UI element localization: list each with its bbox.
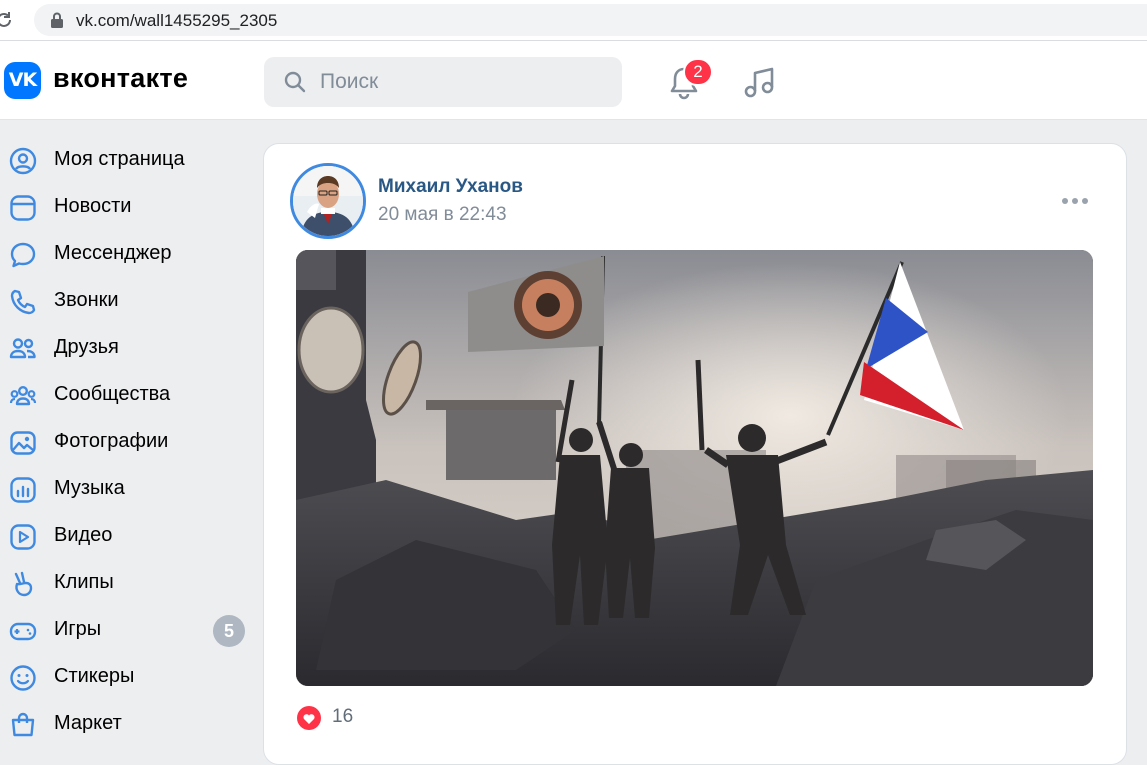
sidebar-item-video[interactable]: Видео bbox=[0, 513, 250, 560]
heart-icon bbox=[297, 706, 321, 730]
sidebar-item-label: Музыка bbox=[54, 477, 125, 499]
sidebar-item-messenger[interactable]: Мессенджер bbox=[0, 231, 250, 278]
messenger-icon bbox=[10, 242, 36, 268]
video-icon bbox=[10, 524, 36, 550]
sidebar-item-label: Звонки bbox=[54, 289, 119, 311]
left-sidebar: Моя страница Новости Мессенджер Звонки Д… bbox=[0, 137, 250, 748]
photos-icon bbox=[10, 431, 36, 455]
sidebar-item-label: Игры bbox=[54, 618, 102, 640]
more-options-icon[interactable] bbox=[1058, 192, 1092, 210]
browser-toolbar: vk.com/wall1455295_2305 bbox=[0, 0, 1147, 41]
clips-icon bbox=[14, 571, 33, 597]
phone-icon bbox=[10, 289, 36, 315]
games-icon bbox=[9, 622, 37, 641]
post-author-name[interactable]: Михаил Уханов bbox=[378, 176, 523, 198]
friends-icon bbox=[9, 338, 36, 359]
sidebar-item-market[interactable]: Маркет bbox=[0, 701, 250, 748]
search-icon bbox=[284, 71, 306, 93]
sidebar-item-communities[interactable]: Сообщества bbox=[0, 372, 250, 419]
sidebar-item-calls[interactable]: Звонки bbox=[0, 278, 250, 325]
sidebar-item-label: Маркет bbox=[54, 712, 122, 734]
search-box[interactable] bbox=[264, 57, 622, 107]
likes-count: 16 bbox=[332, 706, 354, 727]
vk-logo[interactable]: VK bbox=[4, 62, 41, 99]
sidebar-item-label: Новости bbox=[54, 195, 132, 217]
sidebar-item-music[interactable]: Музыка bbox=[0, 466, 250, 513]
sidebar-item-label: Клипы bbox=[54, 571, 114, 593]
site-wordmark[interactable]: вконтакте bbox=[53, 63, 188, 94]
sidebar-item-label: Моя страница bbox=[54, 148, 185, 170]
communities-icon bbox=[9, 385, 37, 406]
news-icon bbox=[10, 195, 36, 221]
sidebar-item-games[interactable]: Игры 5 bbox=[0, 607, 250, 654]
sidebar-item-label: Сообщества bbox=[54, 383, 171, 405]
sidebar-item-label: Стикеры bbox=[54, 665, 135, 687]
market-icon bbox=[11, 712, 35, 737]
url-text: vk.com/wall1455295_2305 bbox=[76, 11, 278, 30]
sidebar-item-news[interactable]: Новости bbox=[0, 184, 250, 231]
stickers-icon bbox=[10, 665, 36, 691]
games-counter-badge: 5 bbox=[213, 615, 245, 647]
search-input[interactable] bbox=[320, 57, 610, 107]
sidebar-item-label: Видео bbox=[54, 524, 113, 546]
lock-icon bbox=[51, 12, 63, 28]
post-photo-image bbox=[296, 250, 1093, 686]
site-header: VK вконтакте 2 bbox=[0, 41, 1147, 120]
post-date[interactable]: 20 мая в 22:43 bbox=[378, 204, 507, 226]
avatar-photo bbox=[293, 166, 363, 236]
music-icon bbox=[10, 477, 36, 503]
address-bar[interactable]: vk.com/wall1455295_2305 bbox=[34, 4, 1147, 36]
sidebar-item-my-page[interactable]: Моя страница bbox=[0, 137, 250, 184]
sidebar-item-photos[interactable]: Фотографии bbox=[0, 419, 250, 466]
reload-icon[interactable] bbox=[0, 10, 14, 30]
sidebar-item-label: Друзья bbox=[54, 336, 119, 358]
like-button[interactable]: 16 bbox=[296, 704, 376, 730]
notifications-badge: 2 bbox=[683, 58, 713, 86]
wall-post: Михаил Уханов 20 мая в 22:43 16 bbox=[263, 143, 1127, 765]
music-player-icon[interactable] bbox=[740, 63, 780, 103]
sidebar-item-label: Мессенджер bbox=[54, 242, 172, 264]
post-photo[interactable] bbox=[296, 250, 1093, 686]
sidebar-item-stickers[interactable]: Стикеры bbox=[0, 654, 250, 701]
sidebar-item-clips[interactable]: Клипы bbox=[0, 560, 250, 607]
sidebar-item-friends[interactable]: Друзья bbox=[0, 325, 250, 372]
author-avatar[interactable] bbox=[290, 163, 366, 239]
sidebar-item-label: Фотографии bbox=[54, 430, 169, 452]
profile-icon bbox=[9, 147, 37, 175]
